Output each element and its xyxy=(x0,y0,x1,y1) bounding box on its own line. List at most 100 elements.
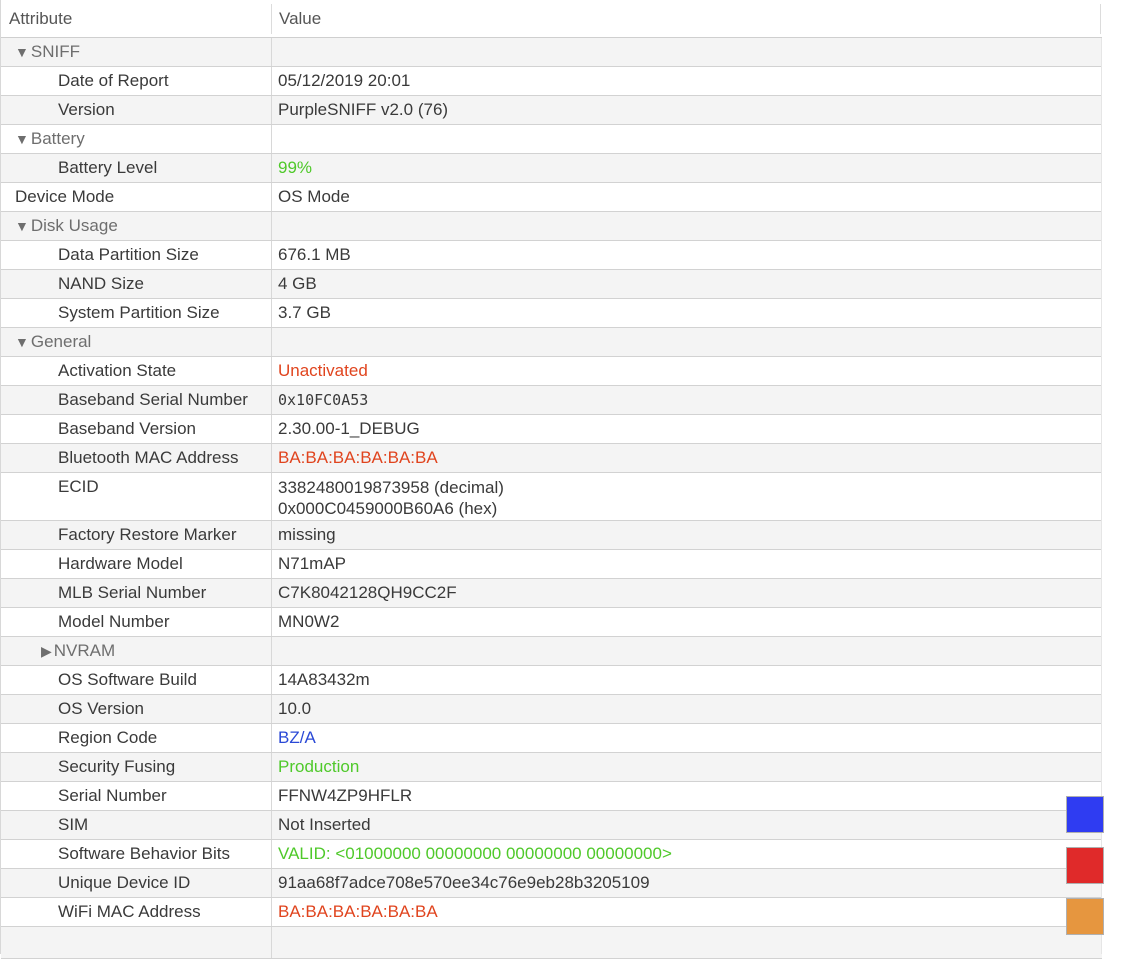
attribute-label: Device Mode xyxy=(15,187,115,206)
attribute-label: WiFi MAC Address xyxy=(58,902,201,921)
column-divider xyxy=(271,753,272,781)
value-cell: 10.0 xyxy=(278,695,311,723)
triangle-down-icon[interactable]: ▼ xyxy=(15,212,29,240)
table-row[interactable]: Serial Number FFNW4ZP9HFLR xyxy=(1,782,1102,811)
triangle-right-icon[interactable]: ▶ xyxy=(41,637,52,665)
value-text: VALID: <01000000 00000000 00000000 00000… xyxy=(278,844,672,863)
column-divider xyxy=(271,898,272,926)
table-row[interactable]: Date of Report 05/12/2019 20:01 xyxy=(1,67,1102,96)
table-row[interactable]: Unique Device ID 91aa68f7adce708e570ee34c… xyxy=(1,869,1102,898)
column-divider xyxy=(271,299,272,327)
table-row[interactable]: OS Version 10.0 xyxy=(1,695,1102,724)
value-cell: C7K8042128QH9CC2F xyxy=(278,579,457,607)
value-text: N71mAP xyxy=(278,554,347,573)
group-label: ▼ SNIFF xyxy=(15,38,80,66)
column-divider[interactable] xyxy=(271,4,272,34)
group-row[interactable]: ▼ General xyxy=(1,328,1102,357)
table-row[interactable]: Software Behavior Bits VALID: <01000000 0… xyxy=(1,840,1102,869)
table-row[interactable]: MLB Serial Number C7K8042128QH9CC2F xyxy=(1,579,1102,608)
column-divider xyxy=(271,328,272,356)
table-row[interactable]: Bluetooth MAC Address BA:BA:BA:BA:BA:BA xyxy=(1,444,1102,473)
table-row[interactable]: ECID 3382480019873958 (decimal) 0x000C0459… xyxy=(1,473,1102,521)
column-header-value[interactable]: Value xyxy=(279,0,321,37)
scrollbar-track[interactable] xyxy=(1101,38,1125,954)
group-row[interactable]: ▼ Battery xyxy=(1,125,1102,154)
table-row[interactable]: Baseband Serial Number 0x10FC0A53 xyxy=(1,386,1102,415)
table-row[interactable]: Hardware Model N71mAP xyxy=(1,550,1102,579)
group-title: Battery xyxy=(30,129,85,148)
attribute-label: Baseband Serial Number xyxy=(58,390,248,409)
attribute-label: Factory Restore Marker xyxy=(58,525,237,544)
value-text: Production xyxy=(278,757,360,776)
value-cell: FFNW4ZP9HFLR xyxy=(278,782,412,810)
group-title: NVRAM xyxy=(53,641,116,660)
triangle-down-icon[interactable]: ▼ xyxy=(15,38,29,66)
table-row[interactable]: System Partition Size 3.7 GB xyxy=(1,299,1102,328)
column-divider xyxy=(271,782,272,810)
column-divider xyxy=(271,357,272,385)
table-row[interactable]: Version PurpleSNIFF v2.0 (76) xyxy=(1,96,1102,125)
table-row[interactable]: Battery Level 99% xyxy=(1,154,1102,183)
attribute-label: MLB Serial Number xyxy=(58,583,207,602)
group-row[interactable]: ▶ NVRAM xyxy=(1,637,1102,666)
attribute-label: Version xyxy=(58,100,115,119)
column-header-attribute[interactable]: Attribute xyxy=(9,0,72,37)
value-text: 3382480019873958 (decimal) xyxy=(278,478,504,497)
group-row[interactable]: ▼ SNIFF xyxy=(1,38,1102,67)
group-row[interactable]: ▼ Disk Usage xyxy=(1,212,1102,241)
column-divider xyxy=(271,637,272,665)
value-text: 2.30.00-1_DEBUG xyxy=(278,419,420,438)
column-divider xyxy=(271,38,272,66)
table-row[interactable]: NAND Size 4 GB xyxy=(1,270,1102,299)
column-divider xyxy=(271,724,272,752)
group-label: ▼ Disk Usage xyxy=(15,212,118,240)
column-divider xyxy=(271,154,272,182)
value-cell: 05/12/2019 20:01 xyxy=(278,67,410,95)
value-cell: 4 GB xyxy=(278,270,317,298)
value-cell: N71mAP xyxy=(278,550,346,578)
value-cell: 2.30.00-1_DEBUG xyxy=(278,415,420,443)
value-text: 10.0 xyxy=(278,699,312,718)
column-divider xyxy=(271,840,272,868)
column-divider xyxy=(271,415,272,443)
attribute-label: Bluetooth MAC Address xyxy=(58,448,239,467)
value-text: 05/12/2019 20:01 xyxy=(278,71,411,90)
value-cell: Production xyxy=(278,753,359,781)
value-cell: 99% xyxy=(278,154,312,182)
attribute-label: System Partition Size xyxy=(58,303,220,322)
value-text: 676.1 MB xyxy=(278,245,351,264)
column-divider xyxy=(271,96,272,124)
table-row[interactable]: Data Partition Size 676.1 MB xyxy=(1,241,1102,270)
attribute-label: Region Code xyxy=(58,728,158,747)
value-text: OS Mode xyxy=(278,187,350,206)
attribute-label: Date of Report xyxy=(58,71,169,90)
column-divider xyxy=(271,521,272,549)
attribute-label: SIM xyxy=(58,815,89,834)
table-row[interactable]: OS Software Build 14A83432m xyxy=(1,666,1102,695)
value-cell: BA:BA:BA:BA:BA:BA xyxy=(278,444,438,472)
column-divider xyxy=(271,473,272,520)
column-divider xyxy=(271,212,272,240)
attribute-label: ECID xyxy=(58,477,99,496)
triangle-down-icon[interactable]: ▼ xyxy=(15,328,29,356)
table-row[interactable]: Baseband Version 2.30.00-1_DEBUG xyxy=(1,415,1102,444)
table-row[interactable]: Device Mode OS Mode xyxy=(1,183,1102,212)
table-row[interactable] xyxy=(1,927,1102,959)
column-divider xyxy=(271,869,272,897)
value-text: MN0W2 xyxy=(278,612,340,631)
table-row[interactable]: Activation State Unactivated xyxy=(1,357,1102,386)
triangle-down-icon[interactable]: ▼ xyxy=(15,125,29,153)
table-row[interactable]: WiFi MAC Address BA:BA:BA:BA:BA:BA xyxy=(1,898,1102,927)
column-divider xyxy=(271,67,272,95)
table-row[interactable]: Model Number MN0W2 xyxy=(1,608,1102,637)
attribute-label: Model Number xyxy=(58,612,170,631)
table-row[interactable]: Factory Restore Marker missing xyxy=(1,521,1102,550)
value-cell: 676.1 MB xyxy=(278,241,351,269)
attribute-label: Battery Level xyxy=(58,158,158,177)
table-row[interactable]: Security Fusing Production xyxy=(1,753,1102,782)
attribute-label: Baseband Version xyxy=(58,419,196,438)
value-text: FFNW4ZP9HFLR xyxy=(278,786,413,805)
attribute-table: Attribute Value ▼ SNIFF Date of Report 05/1… xyxy=(0,0,1102,959)
table-row[interactable]: SIM Not Inserted xyxy=(1,811,1102,840)
table-row[interactable]: Region Code BZ/A xyxy=(1,724,1102,753)
